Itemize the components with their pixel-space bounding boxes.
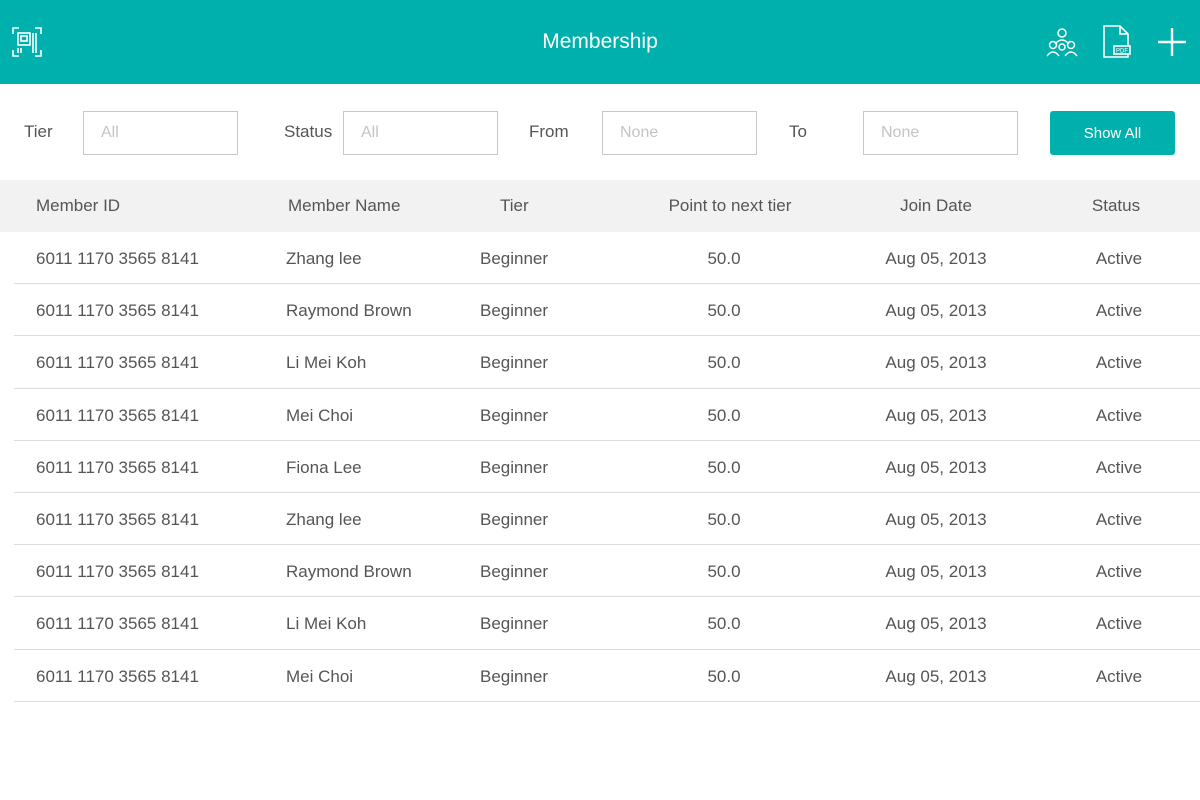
table-row[interactable]: 6011 1170 3565 8141 Mei Choi Beginner 50…	[14, 389, 1200, 441]
status-cell: Active	[1095, 562, 1143, 582]
points-cell: 50.0	[707, 353, 741, 373]
member-name-cell: Raymond Brown	[286, 301, 412, 321]
points-cell: 50.0	[707, 249, 741, 268]
member-id-cell: 6011 1170 3565 8141	[36, 614, 199, 634]
export-pdf-button[interactable]: PDF	[1100, 24, 1134, 60]
join-date-cell: Aug 05, 2013	[885, 301, 987, 321]
join-date-cell: Aug 05, 2013	[885, 509, 987, 529]
tier-cell: Beginner	[480, 614, 549, 634]
table-row[interactable]: 6011 1170 3565 8141 Mei Choi Beginner 50…	[14, 650, 1200, 702]
column-header-member-name[interactable]: Member Name	[288, 180, 400, 232]
to-label: To	[789, 122, 807, 141]
add-member-button[interactable]	[1155, 24, 1189, 60]
join-date-cell: Aug 05, 2013	[885, 562, 987, 582]
member-name-cell: Zhang lee	[286, 509, 362, 529]
status-cell: Active	[1095, 405, 1143, 425]
table-row[interactable]: 6011 1170 3565 8141 Zhang lee Beginner 5…	[14, 493, 1200, 546]
member-name-cell: Mei Choi	[286, 666, 354, 686]
join-date-cell: Aug 05, 2013	[885, 457, 987, 477]
join-date-cell: Aug 05, 2013	[885, 666, 987, 686]
column-header-tier[interactable]: Tier	[500, 180, 529, 232]
status-cell: Active	[1095, 301, 1143, 321]
member-name-cell: Mei Choi	[286, 405, 354, 425]
member-id-cell: 6011 1170 3565 8141	[36, 405, 199, 425]
tier-cell: Beginner	[480, 457, 549, 477]
from-date-input[interactable]	[602, 111, 757, 155]
app-header: Membership PDF	[0, 0, 1200, 84]
member-name-cell: Zhang lee	[286, 249, 362, 268]
status-cell: Active	[1095, 509, 1143, 529]
points-cell: 50.0	[707, 405, 741, 425]
member-id-cell: 6011 1170 3565 8141	[36, 353, 199, 373]
join-date-cell: Aug 05, 2013	[885, 614, 987, 634]
group-button[interactable]	[1045, 24, 1079, 60]
column-header-points[interactable]: Point to next tier	[630, 180, 830, 232]
member-table-body: 6011 1170 3565 8141 Zhang lee Beginner 5…	[0, 232, 1200, 702]
tier-cell: Beginner	[480, 562, 549, 582]
member-id-cell: 6011 1170 3565 8141	[36, 249, 199, 268]
show-all-button[interactable]: Show All	[1050, 111, 1175, 155]
group-icon	[1046, 28, 1078, 57]
table-row[interactable]: 6011 1170 3565 8141 Li Mei Koh Beginner …	[14, 597, 1200, 650]
page-title: Membership	[542, 30, 658, 53]
member-name-cell: Fiona Lee	[286, 457, 362, 477]
member-id-cell: 6011 1170 3565 8141	[36, 509, 199, 529]
member-name-cell: Raymond Brown	[286, 562, 412, 582]
filter-bar: Tier Status From To Show All	[0, 84, 1200, 180]
member-id-cell: 6011 1170 3565 8141	[36, 666, 199, 686]
status-cell: Active	[1095, 353, 1143, 373]
points-cell: 50.0	[707, 562, 741, 582]
status-cell: Active	[1095, 614, 1143, 634]
plus-icon	[1158, 28, 1186, 56]
barcode-scan-button[interactable]	[10, 24, 44, 60]
tier-cell: Beginner	[480, 666, 549, 686]
table-row[interactable]: 6011 1170 3565 8141 Fiona Lee Beginner 5…	[14, 441, 1200, 493]
svg-text:PDF: PDF	[1116, 49, 1128, 55]
points-cell: 50.0	[707, 614, 741, 634]
tier-filter-input[interactable]	[83, 111, 238, 155]
column-header-status[interactable]: Status	[1070, 180, 1162, 232]
join-date-cell: Aug 05, 2013	[885, 405, 987, 425]
member-name-cell: Li Mei Koh	[286, 353, 367, 373]
member-id-cell: 6011 1170 3565 8141	[36, 562, 199, 582]
points-cell: 50.0	[707, 509, 741, 529]
member-id-cell: 6011 1170 3565 8141	[36, 457, 199, 477]
column-header-join-date[interactable]: Join Date	[876, 180, 996, 232]
from-label: From	[529, 122, 569, 141]
table-header: Member ID Member Name Tier Point to next…	[0, 180, 1200, 232]
tier-label: Tier	[24, 122, 53, 141]
table-row[interactable]: 6011 1170 3565 8141 Raymond Brown Beginn…	[14, 284, 1200, 337]
table-row[interactable]: 6011 1170 3565 8141 Li Mei Koh Beginner …	[14, 336, 1200, 389]
points-cell: 50.0	[707, 666, 741, 686]
join-date-cell: Aug 05, 2013	[885, 249, 987, 268]
table-row[interactable]: 6011 1170 3565 8141 Zhang lee Beginner 5…	[14, 232, 1200, 285]
tier-cell: Beginner	[480, 509, 549, 529]
pdf-file-icon: PDF	[1103, 25, 1131, 58]
points-cell: 50.0	[707, 457, 741, 477]
status-cell: Active	[1095, 666, 1143, 686]
tier-cell: Beginner	[480, 405, 549, 425]
table-row[interactable]: 6011 1170 3565 8141 Raymond Brown Beginn…	[14, 545, 1200, 598]
join-date-cell: Aug 05, 2013	[885, 353, 987, 373]
points-cell: 50.0	[707, 301, 741, 321]
member-id-cell: 6011 1170 3565 8141	[36, 301, 199, 321]
to-date-input[interactable]	[863, 111, 1018, 155]
status-filter-input[interactable]	[343, 111, 498, 155]
status-cell: Active	[1095, 249, 1143, 268]
status-label: Status	[284, 122, 333, 141]
status-cell: Active	[1095, 457, 1143, 477]
tier-cell: Beginner	[480, 353, 549, 373]
member-name-cell: Li Mei Koh	[286, 614, 367, 634]
tier-cell: Beginner	[480, 249, 549, 268]
column-header-member-id[interactable]: Member ID	[36, 180, 120, 232]
tier-cell: Beginner	[480, 301, 549, 321]
barcode-scan-icon	[12, 27, 42, 57]
